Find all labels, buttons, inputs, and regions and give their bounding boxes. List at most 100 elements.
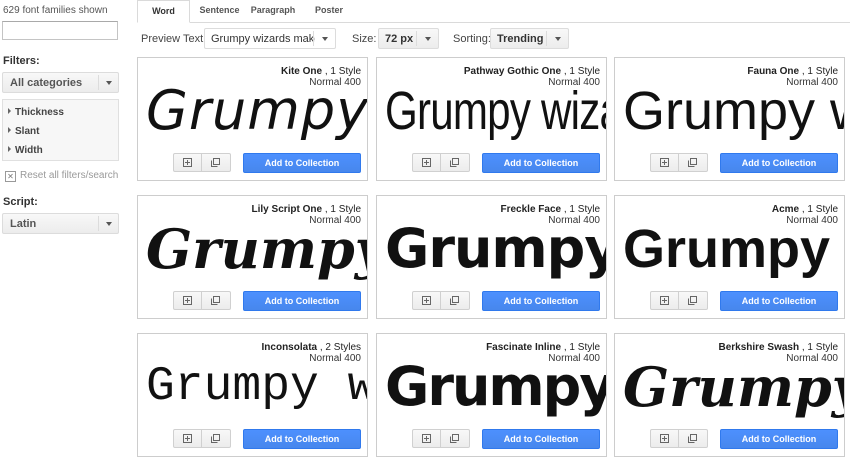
add-to-collection-button[interactable]: Add to Collection [482, 153, 600, 173]
quick-use-icon [422, 434, 431, 443]
add-to-collection-button[interactable]: Add to Collection [720, 429, 838, 449]
add-to-collection-button[interactable]: Add to Collection [720, 291, 838, 311]
pop-out-icon [211, 158, 220, 167]
filters-label: Filters: [3, 55, 40, 67]
pop-out-icon [688, 158, 697, 167]
pop-out-icon [450, 158, 459, 167]
tab-poster[interactable]: Poster [307, 0, 351, 22]
font-name-line: Inconsolata , 2 Styles [262, 342, 361, 353]
font-name[interactable]: Inconsolata [262, 342, 318, 353]
script-dropdown[interactable]: Latin [2, 213, 119, 234]
add-to-collection-button[interactable]: Add to Collection [243, 291, 361, 311]
filter-label: Width [15, 145, 43, 156]
font-styles: , 1 Style [322, 66, 361, 77]
font-name[interactable]: Freckle Face [500, 204, 561, 215]
font-name-line: Berkshire Swash , 1 Style [718, 342, 838, 353]
quick-use-icon [422, 158, 431, 167]
add-to-collection-button[interactable]: Add to Collection [243, 429, 361, 449]
pop-out-button[interactable] [679, 429, 708, 448]
category-dropdown-value: All categories [10, 77, 83, 89]
triangle-right-icon [8, 108, 11, 114]
font-styles: , 1 Style [799, 204, 838, 215]
font-card: Acme , 1 StyleNormal 400Grumpy wizardsAd… [614, 195, 845, 319]
font-styles: , 1 Style [799, 342, 838, 353]
font-name[interactable]: Fauna One [747, 66, 799, 77]
size-select[interactable]: 72 px [378, 28, 439, 49]
pop-out-button[interactable] [441, 291, 470, 310]
quick-use-button[interactable] [412, 429, 441, 448]
font-styles: , 1 Style [561, 342, 600, 353]
chevron-down-icon [322, 37, 328, 41]
font-name-line: Fascinate Inline , 1 Style [486, 342, 600, 353]
font-name-line: Acme , 1 Style [772, 204, 838, 215]
quick-use-button[interactable] [173, 429, 202, 448]
tab-paragraph[interactable]: Paragraph [247, 0, 299, 22]
add-to-collection-button[interactable]: Add to Collection [482, 429, 600, 449]
sorting-select[interactable]: Trending [490, 28, 569, 49]
close-icon: ✕ [5, 171, 16, 182]
category-dropdown[interactable]: All categories [2, 72, 119, 93]
font-name-line: Pathway Gothic One , 1 Style [464, 66, 600, 77]
quick-use-icon [660, 296, 669, 305]
font-sample-text: Grumpy wizards [146, 79, 368, 142]
pop-out-button[interactable] [202, 291, 231, 310]
font-styles: , 1 Style [561, 66, 600, 77]
tab-word[interactable]: Word [137, 0, 190, 23]
dropdown-separator [313, 31, 314, 46]
font-name[interactable]: Lily Script One [252, 204, 323, 215]
chevron-down-icon [106, 222, 112, 226]
pop-out-icon [450, 434, 459, 443]
font-name[interactable]: Kite One [281, 66, 322, 77]
reset-filters-link[interactable]: ✕ Reset all filters/search [5, 170, 118, 182]
quick-use-button[interactable] [412, 291, 441, 310]
font-name[interactable]: Acme [772, 204, 799, 215]
add-to-collection-button[interactable]: Add to Collection [482, 291, 600, 311]
add-to-collection-button[interactable]: Add to Collection [243, 153, 361, 173]
quick-use-button[interactable] [650, 429, 679, 448]
triangle-right-icon [8, 146, 11, 152]
pop-out-button[interactable] [679, 291, 708, 310]
tab-sentence[interactable]: Sentence [192, 0, 247, 22]
pop-out-button[interactable] [202, 429, 231, 448]
font-name-line: Lily Script One , 1 Style [252, 204, 361, 215]
filter-panel: Thickness Slant Width [2, 99, 119, 161]
font-sample-text: Grumpy wizards [146, 217, 368, 281]
font-sample-text: Grumpy wizards [385, 355, 607, 418]
font-card: Freckle Face , 1 StyleNormal 400Grumpy w… [376, 195, 607, 319]
quick-use-button[interactable] [173, 153, 202, 172]
chevron-down-icon [106, 81, 112, 85]
filter-slant[interactable]: Slant [8, 126, 39, 137]
quick-use-button[interactable] [412, 153, 441, 172]
dropdown-separator [98, 216, 99, 231]
filter-thickness[interactable]: Thickness [8, 107, 64, 118]
pop-out-button[interactable] [679, 153, 708, 172]
size-value: 72 px [385, 33, 414, 45]
font-name-line: Kite One , 1 Style [281, 66, 361, 77]
font-card: Fauna One , 1 StyleNormal 400Grumpy wiza… [614, 57, 845, 181]
preview-text-label: Preview Text: [141, 33, 207, 45]
add-to-collection-button[interactable]: Add to Collection [720, 153, 838, 173]
font-card: Fascinate Inline , 1 Style Normal 400 Grum… [376, 333, 607, 457]
font-name[interactable]: Berkshire Swash [718, 342, 799, 353]
font-sample-text: Grumpy wizards [623, 81, 844, 141]
preview-tabs: Word Sentence Paragraph Poster [137, 0, 850, 23]
font-name[interactable]: Pathway Gothic One [464, 66, 561, 77]
pop-out-icon [211, 434, 220, 443]
pop-out-icon [688, 434, 697, 443]
script-dropdown-value: Latin [10, 218, 37, 230]
font-card: Kite One , 1 StyleNormal 400Grumpy wizar… [137, 57, 368, 181]
pop-out-button[interactable] [202, 153, 231, 172]
quick-use-button[interactable] [650, 153, 679, 172]
filter-width[interactable]: Width [8, 145, 43, 156]
search-input[interactable] [2, 21, 118, 40]
pop-out-button[interactable] [441, 153, 470, 172]
preview-text-select[interactable]: Grumpy wizards make tox [204, 28, 336, 49]
quick-use-button[interactable] [650, 291, 679, 310]
font-styles: , 1 Style [322, 204, 361, 215]
chevron-down-icon [425, 37, 431, 41]
quick-use-button[interactable] [173, 291, 202, 310]
pop-out-button[interactable] [441, 429, 470, 448]
sorting-value: Trending [497, 33, 544, 45]
font-name[interactable]: Fascinate Inline [486, 342, 561, 353]
triangle-right-icon [8, 127, 11, 133]
